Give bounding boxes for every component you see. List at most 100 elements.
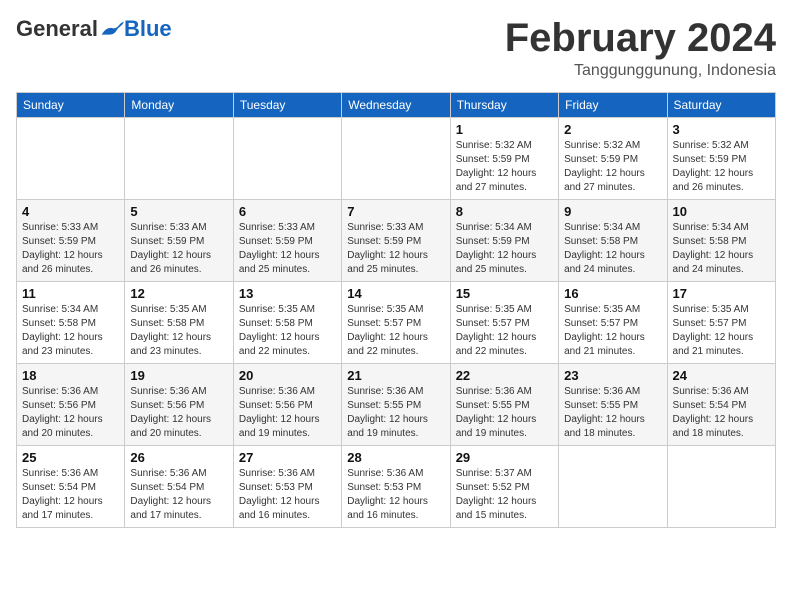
day-info: Sunrise: 5:33 AM Sunset: 5:59 PM Dayligh… [130, 221, 227, 277]
day-info: Sunrise: 5:34 AM Sunset: 5:59 PM Dayligh… [456, 221, 553, 277]
day-info: Sunrise: 5:36 AM Sunset: 5:53 PM Dayligh… [239, 467, 336, 523]
day-number: 2 [564, 122, 661, 137]
day-number: 3 [673, 122, 770, 137]
day-header-thursday: Thursday [450, 93, 558, 118]
day-header-sunday: Sunday [17, 93, 125, 118]
title-area: February 2024 Tanggunggunung, Indonesia [505, 16, 776, 80]
calendar-cell: 21 Sunrise: 5:36 AM Sunset: 5:55 PM Dayli… [342, 364, 450, 446]
day-number: 8 [456, 204, 553, 219]
day-header-wednesday: Wednesday [342, 93, 450, 118]
day-info: Sunrise: 5:35 AM Sunset: 5:57 PM Dayligh… [347, 303, 444, 359]
day-info: Sunrise: 5:35 AM Sunset: 5:57 PM Dayligh… [564, 303, 661, 359]
calendar-cell: 23 Sunrise: 5:36 AM Sunset: 5:55 PM Dayli… [559, 364, 667, 446]
calendar-cell: 16 Sunrise: 5:35 AM Sunset: 5:57 PM Dayli… [559, 282, 667, 364]
calendar-cell [17, 118, 125, 200]
calendar-cell: 6Sunrise: 5:33 AM Sunset: 5:59 PM Daylig… [233, 200, 341, 282]
day-header-tuesday: Tuesday [233, 93, 341, 118]
location-subtitle: Tanggunggunung, Indonesia [505, 62, 776, 80]
calendar-cell: 13 Sunrise: 5:35 AM Sunset: 5:58 PM Dayli… [233, 282, 341, 364]
day-info: Sunrise: 5:36 AM Sunset: 5:56 PM Dayligh… [239, 385, 336, 441]
calendar-cell: 2 Sunrise: 5:32 AM Sunset: 5:59 PM Daylig… [559, 118, 667, 200]
day-info: Sunrise: 5:36 AM Sunset: 5:55 PM Dayligh… [347, 385, 444, 441]
calendar-cell [125, 118, 233, 200]
day-info: Sunrise: 5:34 AM Sunset: 5:58 PM Dayligh… [564, 221, 661, 277]
day-number: 25 [22, 450, 119, 465]
day-header-monday: Monday [125, 93, 233, 118]
calendar-cell [667, 446, 775, 528]
day-info: Sunrise: 5:36 AM Sunset: 5:55 PM Dayligh… [564, 385, 661, 441]
day-number: 1 [456, 122, 553, 137]
calendar-week-5: 25 Sunrise: 5:36 AM Sunset: 5:54 PM Dayli… [17, 446, 776, 528]
day-number: 19 [130, 368, 227, 383]
day-number: 15 [456, 286, 553, 301]
day-info: Sunrise: 5:35 AM Sunset: 5:58 PM Dayligh… [130, 303, 227, 359]
day-number: 11 [22, 286, 119, 301]
day-number: 9 [564, 204, 661, 219]
calendar-cell: 4Sunrise: 5:33 AM Sunset: 5:59 PM Daylig… [17, 200, 125, 282]
day-info: Sunrise: 5:33 AM Sunset: 5:59 PM Dayligh… [347, 221, 444, 277]
day-number: 6 [239, 204, 336, 219]
day-number: 24 [673, 368, 770, 383]
day-number: 4 [22, 204, 119, 219]
day-number: 28 [347, 450, 444, 465]
day-info: Sunrise: 5:36 AM Sunset: 5:54 PM Dayligh… [130, 467, 227, 523]
calendar-cell [559, 446, 667, 528]
day-info: Sunrise: 5:36 AM Sunset: 5:54 PM Dayligh… [673, 385, 770, 441]
day-number: 7 [347, 204, 444, 219]
calendar-cell: 25Sunrise: 5:36 AM Sunset: 5:54 PM Dayli… [17, 446, 125, 528]
logo-blue-text: Blue [124, 16, 172, 42]
calendar-cell: 24 Sunrise: 5:36 AM Sunset: 5:54 PM Dayli… [667, 364, 775, 446]
day-info: Sunrise: 5:35 AM Sunset: 5:57 PM Dayligh… [673, 303, 770, 359]
day-info: Sunrise: 5:32 AM Sunset: 5:59 PM Dayligh… [456, 139, 553, 195]
calendar-cell: 26 Sunrise: 5:36 AM Sunset: 5:54 PM Dayli… [125, 446, 233, 528]
calendar-cell: 22 Sunrise: 5:36 AM Sunset: 5:55 PM Dayli… [450, 364, 558, 446]
calendar-cell: 18Sunrise: 5:36 AM Sunset: 5:56 PM Dayli… [17, 364, 125, 446]
calendar-cell: 15 Sunrise: 5:35 AM Sunset: 5:57 PM Dayli… [450, 282, 558, 364]
calendar-cell: 27 Sunrise: 5:36 AM Sunset: 5:53 PM Dayli… [233, 446, 341, 528]
day-header-saturday: Saturday [667, 93, 775, 118]
day-number: 13 [239, 286, 336, 301]
calendar-cell [342, 118, 450, 200]
day-info: Sunrise: 5:32 AM Sunset: 5:59 PM Dayligh… [564, 139, 661, 195]
day-number: 21 [347, 368, 444, 383]
calendar-week-1: 1 Sunrise: 5:32 AM Sunset: 5:59 PM Daylig… [17, 118, 776, 200]
day-number: 5 [130, 204, 227, 219]
logo: General Blue [16, 16, 172, 42]
day-number: 10 [673, 204, 770, 219]
day-number: 23 [564, 368, 661, 383]
calendar-cell [233, 118, 341, 200]
calendar-cell: 8 Sunrise: 5:34 AM Sunset: 5:59 PM Daylig… [450, 200, 558, 282]
logo-bird-icon [100, 19, 124, 39]
calendar-cell: 12 Sunrise: 5:35 AM Sunset: 5:58 PM Dayli… [125, 282, 233, 364]
calendar-cell: 19 Sunrise: 5:36 AM Sunset: 5:56 PM Dayli… [125, 364, 233, 446]
page-header: General Blue February 2024 Tanggunggunun… [16, 16, 776, 80]
day-info: Sunrise: 5:36 AM Sunset: 5:56 PM Dayligh… [22, 385, 119, 441]
day-info: Sunrise: 5:36 AM Sunset: 5:56 PM Dayligh… [130, 385, 227, 441]
day-number: 17 [673, 286, 770, 301]
calendar-cell: 10 Sunrise: 5:34 AM Sunset: 5:58 PM Dayli… [667, 200, 775, 282]
day-info: Sunrise: 5:36 AM Sunset: 5:55 PM Dayligh… [456, 385, 553, 441]
calendar-cell: 3 Sunrise: 5:32 AM Sunset: 5:59 PM Daylig… [667, 118, 775, 200]
day-number: 14 [347, 286, 444, 301]
calendar-cell: 20Sunrise: 5:36 AM Sunset: 5:56 PM Dayli… [233, 364, 341, 446]
day-info: Sunrise: 5:36 AM Sunset: 5:53 PM Dayligh… [347, 467, 444, 523]
calendar-cell: 14 Sunrise: 5:35 AM Sunset: 5:57 PM Dayli… [342, 282, 450, 364]
day-info: Sunrise: 5:34 AM Sunset: 5:58 PM Dayligh… [673, 221, 770, 277]
calendar-cell: 29Sunrise: 5:37 AM Sunset: 5:52 PM Dayli… [450, 446, 558, 528]
calendar-cell: 7 Sunrise: 5:33 AM Sunset: 5:59 PM Daylig… [342, 200, 450, 282]
day-number: 22 [456, 368, 553, 383]
calendar-header-row: SundayMondayTuesdayWednesdayThursdayFrid… [17, 93, 776, 118]
day-number: 12 [130, 286, 227, 301]
calendar-table: SundayMondayTuesdayWednesdayThursdayFrid… [16, 92, 776, 528]
calendar-week-3: 11Sunrise: 5:34 AM Sunset: 5:58 PM Dayli… [17, 282, 776, 364]
calendar-week-4: 18Sunrise: 5:36 AM Sunset: 5:56 PM Dayli… [17, 364, 776, 446]
day-info: Sunrise: 5:35 AM Sunset: 5:57 PM Dayligh… [456, 303, 553, 359]
calendar-cell: 5 Sunrise: 5:33 AM Sunset: 5:59 PM Daylig… [125, 200, 233, 282]
day-info: Sunrise: 5:35 AM Sunset: 5:58 PM Dayligh… [239, 303, 336, 359]
day-number: 27 [239, 450, 336, 465]
day-info: Sunrise: 5:32 AM Sunset: 5:59 PM Dayligh… [673, 139, 770, 195]
calendar-body: 1 Sunrise: 5:32 AM Sunset: 5:59 PM Daylig… [17, 118, 776, 528]
day-header-friday: Friday [559, 93, 667, 118]
day-number: 16 [564, 286, 661, 301]
day-number: 26 [130, 450, 227, 465]
